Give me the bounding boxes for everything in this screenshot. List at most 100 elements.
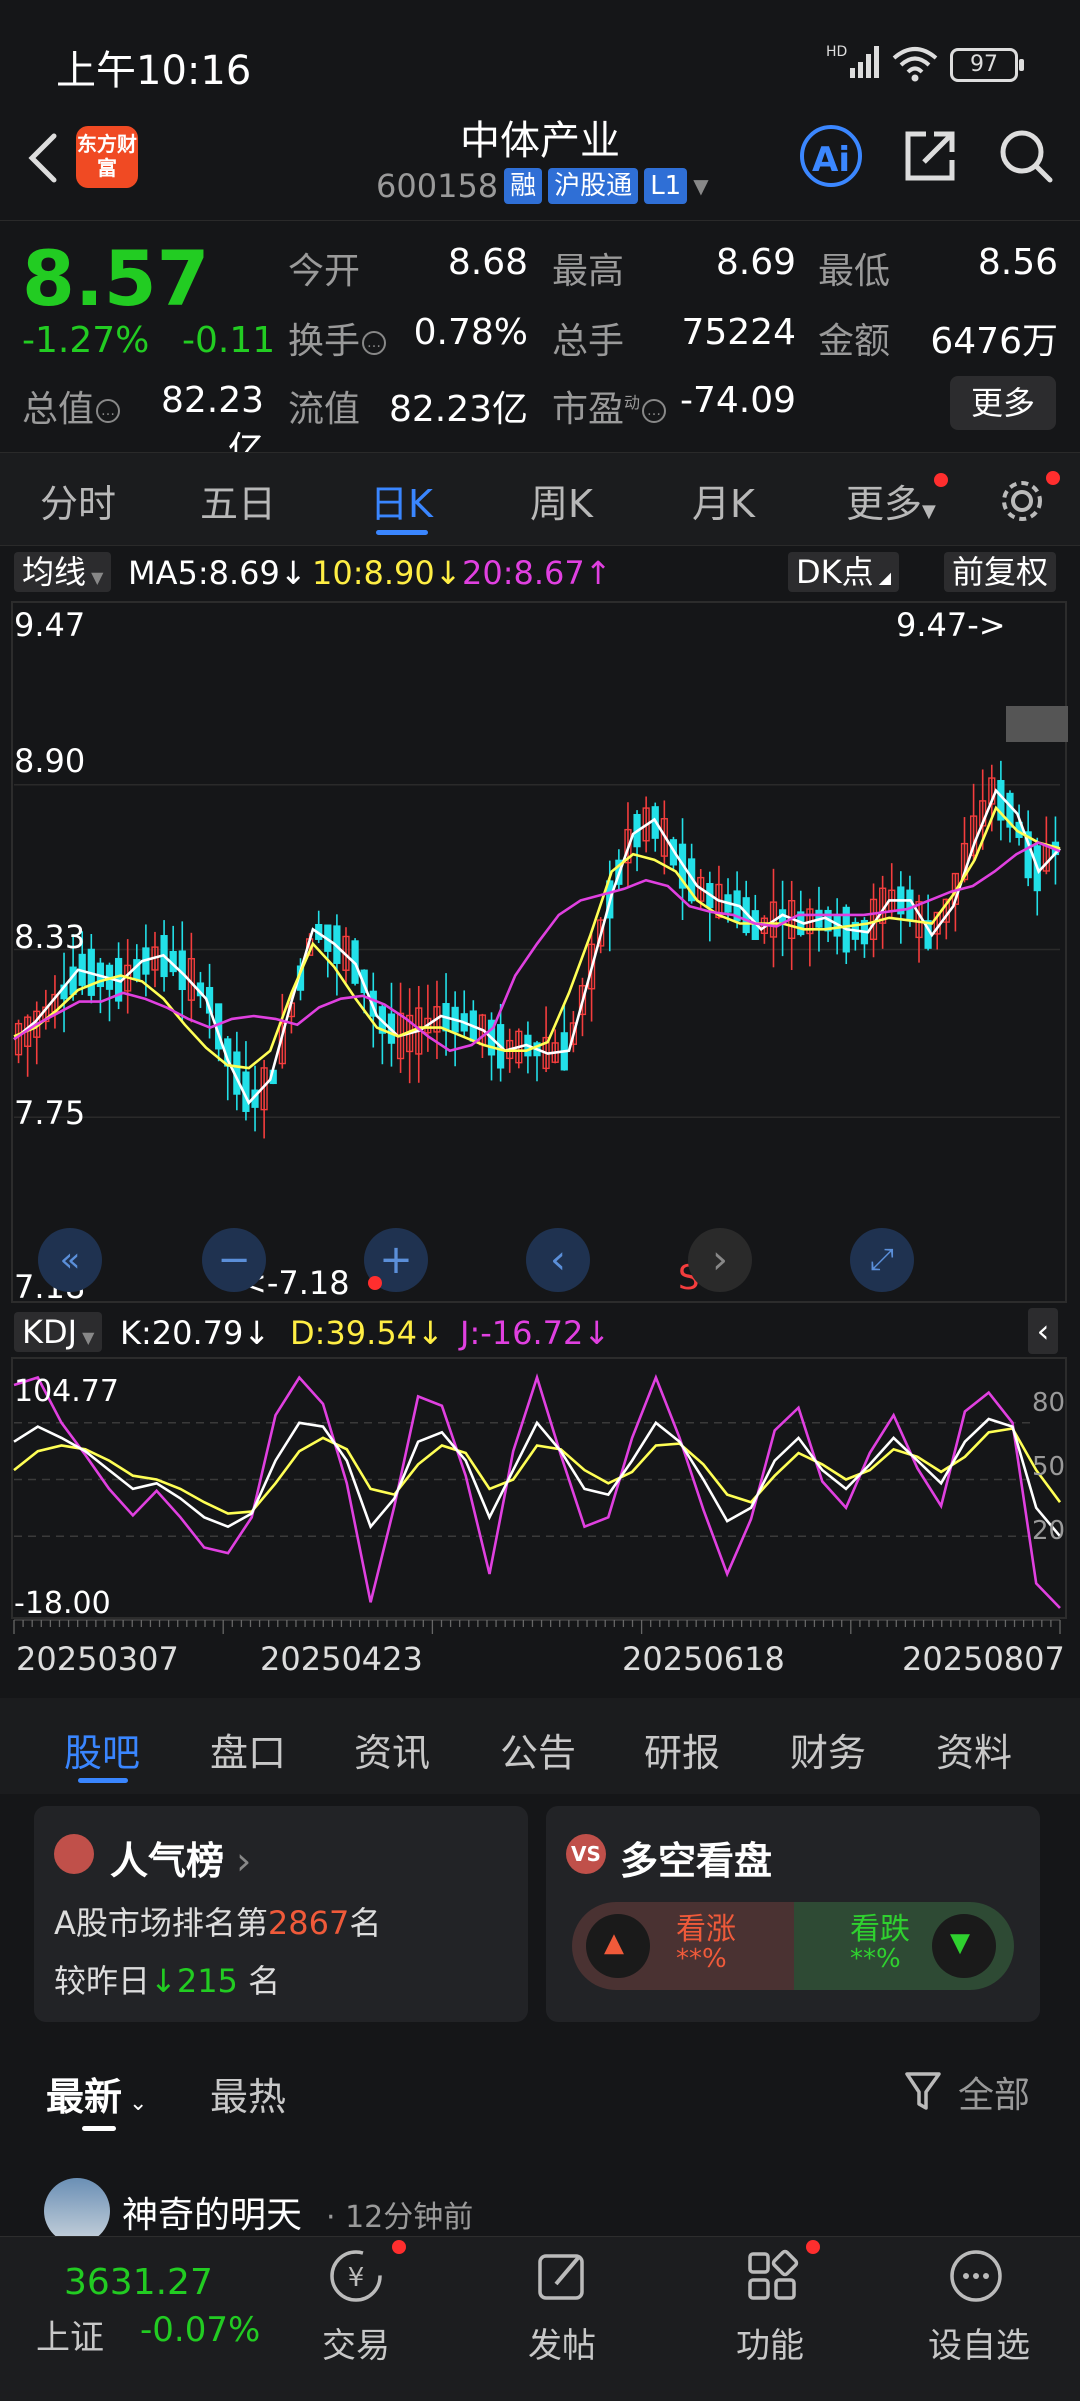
index-value[interactable]: 3631.27 [64,2262,213,2303]
turnover-value: 0.78% [413,312,528,353]
margin-tag: 融 [504,168,543,204]
compose-post-icon[interactable] [532,2246,592,2306]
arrow-down-icon: ↓ [150,1962,177,2000]
nav-functions[interactable]: 功能 [736,2318,804,2367]
high-label: 最高 [552,251,625,292]
pe-label: 市盈动… [552,380,667,432]
tab-profile[interactable]: 资料 [936,1722,1012,1777]
tab-forum[interactable]: 股吧 [64,1722,140,1777]
pe-value: -74.09 [680,380,797,421]
more-quote-button[interactable]: 更多 [950,376,1056,430]
pe-type: 动 [624,393,641,412]
kdj-y-tick: 104.77 [14,1374,119,1409]
tab-intraday[interactable]: 分时 [40,473,116,528]
sort-hottest[interactable]: 最热 [210,2066,286,2121]
stock-code-row[interactable]: 600158 融 沪股通 L1 ▼ [376,166,709,206]
kdj-panel-frame [11,1357,1067,1619]
community-tabs: 股吧 盘口 资讯 公告 研报 财务 资料 [0,1698,1080,1794]
info-icon[interactable]: … [96,399,121,423]
bullish-label: 看涨 [676,1912,736,1947]
vs-icon: VS [566,1834,606,1874]
rank-number: 2867 [267,1904,350,1942]
mktcap-label: 总值… [22,380,121,432]
tab-monthly-k[interactable]: 月K [692,473,755,528]
high-value: 8.69 [715,242,796,283]
x-tick: 20250618 [622,1640,785,1678]
tab-order-book[interactable]: 盘口 [210,1722,286,1777]
x-tick: 20250423 [260,1640,423,1678]
y-tick: 7.75 [14,1094,86,1132]
tab-weekly-k[interactable]: 周K [530,473,593,528]
index-change[interactable]: -0.07% [140,2310,260,2350]
share-icon[interactable] [900,126,960,186]
triangle-down-icon: ▼ [950,1928,970,1958]
kdj-y-tick: 80 [1032,1388,1066,1418]
open-value: 8.68 [447,242,528,283]
kdj-y-tick: 50 [1032,1452,1066,1482]
bearish-percent: **% [850,1944,901,1974]
float-cap-value: 82.23亿 [388,389,528,430]
open-label: 今开 [288,251,361,292]
svg-text:¥: ¥ [348,2263,365,2293]
period-tabs: 分时 五日 日K 周K 月K 更多▼ [0,452,1080,546]
max-price-annotation: 9.47-> [896,606,1006,644]
settings-gear-icon[interactable] [996,475,1048,527]
status-time: 上午10:16 [56,48,252,94]
nav-set-watchlist[interactable]: 设自选 [928,2318,1030,2367]
tab-five-day[interactable]: 五日 [200,473,276,528]
tab-financials[interactable]: 财务 [790,1722,866,1777]
amount-value: 6476万 [930,321,1058,362]
ai-button[interactable]: Ai [800,125,862,187]
tab-news[interactable]: 资讯 [354,1722,430,1777]
sentiment-title: 多空看盘 [620,1839,773,1883]
rank-delta: 215 [176,1962,238,2000]
kdj-y-tick: 20 [1032,1516,1066,1546]
low-value: 8.56 [977,242,1058,283]
info-icon[interactable]: … [362,331,387,355]
tab-research[interactable]: 研报 [644,1722,720,1777]
svg-text:HD: HD [826,44,847,60]
sort-latest[interactable]: 最新 ⌄ [46,2066,147,2121]
scroll-left-button[interactable]: ‹ [526,1228,590,1292]
rewind-fast-button[interactable]: « [38,1228,102,1292]
search-icon[interactable] [996,126,1056,186]
bearish-label: 看跌 [850,1912,910,1947]
kline-chart[interactable] [0,548,1080,1698]
grid-apps-icon[interactable] [742,2246,802,2306]
fullscreen-button[interactable]: ⤢ [850,1228,914,1292]
active-tab-indicator [376,530,428,535]
bullish-percent: **% [676,1944,727,1974]
notification-dot [934,473,948,487]
connect-tag: 沪股通 [548,168,639,204]
x-tick: 20250307 [16,1640,179,1678]
triangle-up-icon: ▲ [604,1928,624,1958]
trade-yuan-icon[interactable]: ¥ [326,2246,386,2306]
post-author[interactable]: 神奇的明天 [122,2186,302,2238]
change-amount: -0.11 [182,320,276,361]
volume-value: 75224 [681,312,796,353]
tab-more-periods[interactable]: 更多▼ [846,473,936,528]
scroll-right-button[interactable]: › [688,1228,752,1292]
dropdown-caret-icon[interactable]: ▼ [693,174,708,198]
notification-dot [1046,471,1060,485]
index-name[interactable]: 上证 [36,2310,104,2359]
x-tick: 20250807 [902,1640,1065,1678]
info-icon[interactable]: … [642,399,667,423]
zoom-out-button[interactable]: − [202,1228,266,1292]
filter-icon[interactable] [904,2070,944,2114]
popularity-title[interactable]: 人气榜 › [110,1830,251,1885]
more-options-icon[interactable] [946,2246,1006,2306]
notification-dot [368,1276,382,1290]
notification-dot [392,2240,406,2254]
y-tick: 8.33 [14,918,86,956]
price-scale-marker [1006,706,1068,742]
active-tab-indicator [78,1778,128,1783]
filter-all[interactable]: 全部 [958,2066,1030,2118]
tab-announcements[interactable]: 公告 [500,1722,576,1777]
level-tag: L1 [644,168,688,204]
nav-post[interactable]: 发帖 [528,2318,596,2367]
active-sort-indicator [82,2126,116,2131]
tab-daily-k[interactable]: 日K [370,473,433,528]
nav-trade[interactable]: 交易 [322,2318,390,2367]
avatar[interactable] [44,2178,110,2244]
